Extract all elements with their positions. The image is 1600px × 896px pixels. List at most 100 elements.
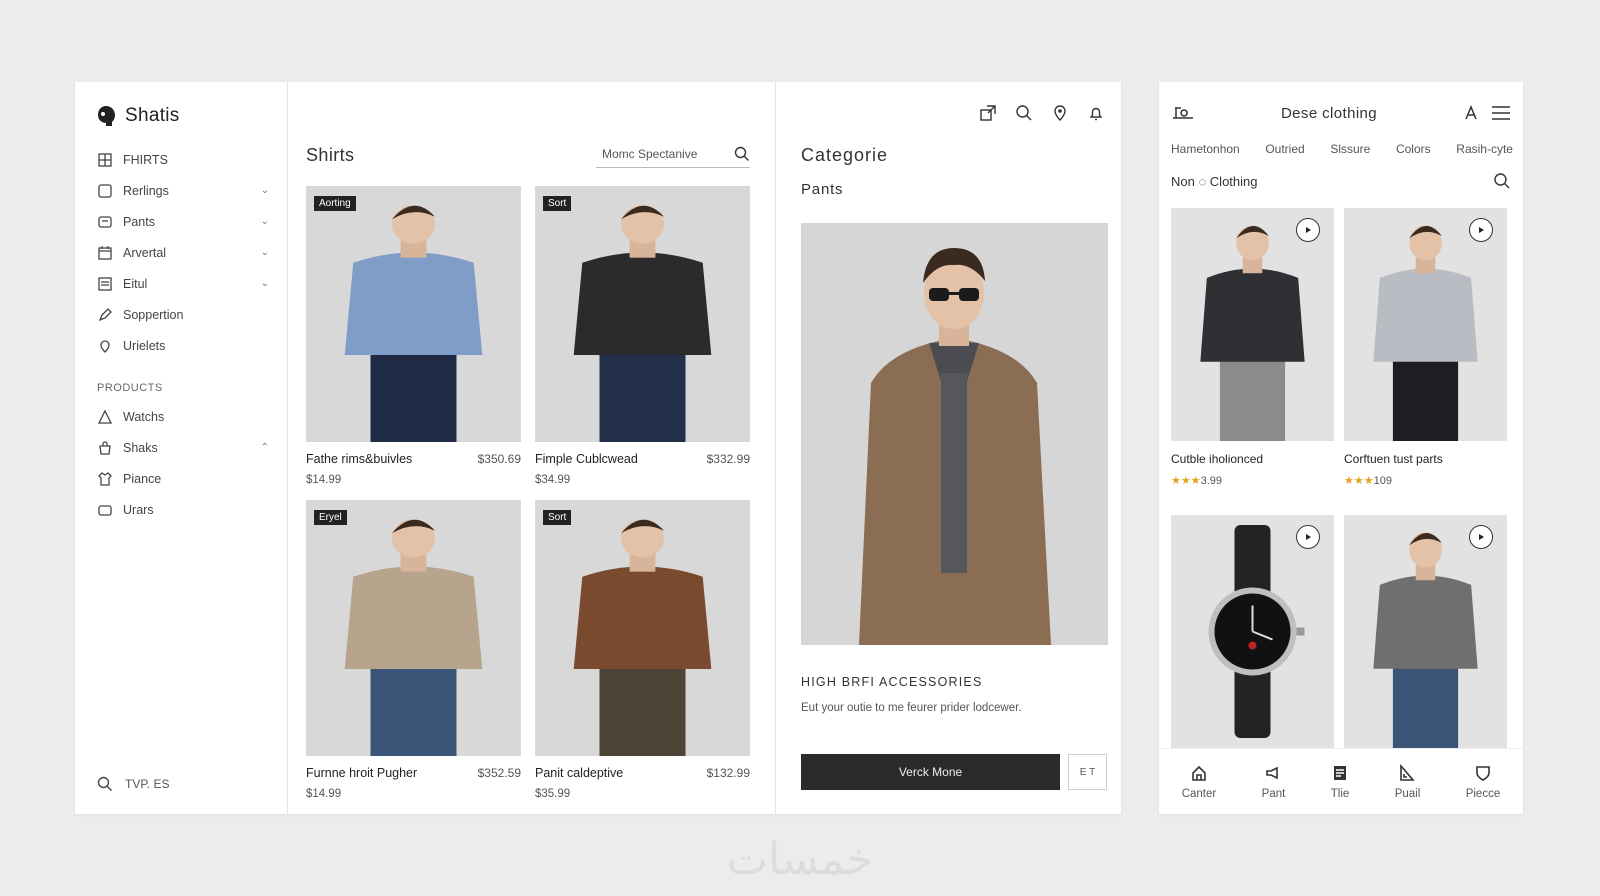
sidebar-item-urielets[interactable]: Urielets <box>97 330 269 361</box>
brand[interactable]: Shatis <box>95 104 180 128</box>
tab-outried[interactable]: Outried <box>1265 142 1304 156</box>
sidebar-item-soppertion[interactable]: Soppertion <box>97 299 269 330</box>
product-subprice: $14.99 <box>306 788 342 800</box>
watch-photo <box>1171 515 1334 748</box>
side-filter-label: Non ◌ Clothing <box>1171 173 1258 189</box>
product-subprice: $34.99 <box>535 474 571 486</box>
tab-slssure[interactable]: Slssure <box>1330 142 1370 156</box>
rating-value: 109 <box>1373 475 1392 487</box>
chevron-down-icon[interactable]: ⌄ <box>261 278 269 289</box>
chevron-down-icon[interactable]: ⌄ <box>261 216 269 227</box>
search-icon <box>97 776 113 792</box>
products-search-input[interactable]: Momc Spectanive <box>596 140 750 168</box>
sidebar-item-pants[interactable]: Pants ⌄ <box>97 206 269 237</box>
side-product-image[interactable] <box>1171 515 1334 748</box>
ruler-icon <box>1398 763 1416 782</box>
search-icon[interactable] <box>734 146 750 162</box>
list-icon <box>97 276 113 292</box>
play-icon[interactable] <box>1296 218 1320 242</box>
bottom-nav-tlie[interactable]: Tlie <box>1330 764 1350 800</box>
pen-tool-icon[interactable] <box>1463 105 1479 121</box>
product-card[interactable]: Aorting Fathe rims&buivles $350.69 $14.99 <box>306 186 521 486</box>
side-product-card[interactable]: Cutble iholionced ★★★3.99 <box>1171 208 1334 487</box>
sidebar-item-label: Eitul <box>123 276 148 291</box>
pin-icon <box>97 338 113 354</box>
sidebar-item-shaks[interactable]: Shaks ⌃ <box>97 432 269 463</box>
products-search-placeholder: Momc Spectanive <box>602 146 698 161</box>
product-image[interactable]: Sort <box>535 186 750 442</box>
triangle-icon <box>97 409 113 425</box>
search-icon[interactable] <box>1493 172 1511 190</box>
product-image[interactable]: Eryel <box>306 500 521 756</box>
side-product-image[interactable] <box>1344 208 1507 441</box>
brand-logo-icon <box>95 104 117 128</box>
rating-value: 3.99 <box>1200 475 1223 487</box>
document-icon <box>1331 764 1349 782</box>
product-badge: Sort <box>543 196 572 211</box>
model-photo <box>535 500 750 756</box>
side-product-image[interactable] <box>1344 515 1507 748</box>
sidebar-item-label: Shaks <box>123 440 158 455</box>
bottom-nav-label: Piecce <box>1465 787 1501 800</box>
menu-icon[interactable] <box>1491 105 1511 121</box>
product-image[interactable]: Aorting <box>306 186 521 442</box>
side-panel: Dese clothing Hametonhon Outried Slssure Co… <box>1159 82 1523 814</box>
model-photo <box>306 186 521 442</box>
chevron-up-icon[interactable]: ⌃ <box>261 442 269 453</box>
tab-rasih-cyte[interactable]: Rasih-cyte <box>1456 142 1513 156</box>
shield-icon <box>1474 764 1492 782</box>
play-icon[interactable] <box>1469 218 1493 242</box>
sidebar-item-urars[interactable]: Urars <box>97 494 269 525</box>
calendar-icon <box>97 245 113 261</box>
home-icon <box>1190 764 1208 782</box>
bottom-nav-label: Pant <box>1261 787 1286 800</box>
bottom-nav-puail[interactable]: Puail <box>1394 763 1421 800</box>
bag-icon <box>97 440 113 456</box>
side-product-card[interactable]: Corftuen tust parts ★★★109 <box>1344 208 1507 487</box>
category-subtitle: Pants <box>801 181 844 198</box>
bottom-nav-label: Puail <box>1394 787 1421 800</box>
sidebar-item-rerlings[interactable]: Rerlings ⌄ <box>97 175 269 206</box>
sidebar-item-fhirts[interactable]: FHIRTS <box>97 144 269 175</box>
product-image[interactable]: Sort <box>535 500 750 756</box>
side-product-image[interactable] <box>1171 208 1334 441</box>
sidebar-item-piance[interactable]: Piance <box>97 463 269 494</box>
model-photo <box>801 223 1108 645</box>
chevron-down-icon[interactable]: ⌄ <box>261 185 269 196</box>
bottom-nav-piecce[interactable]: Piecce <box>1465 764 1501 800</box>
category-hero-image[interactable] <box>801 223 1108 645</box>
product-name: Fathe rims&buivles <box>306 452 413 466</box>
play-icon[interactable] <box>1469 525 1493 549</box>
sidebar-item-eitul[interactable]: Eitul ⌄ <box>97 268 269 299</box>
side-product-card[interactable] <box>1344 515 1507 748</box>
secondary-button[interactable]: E T <box>1068 754 1107 790</box>
rating-stars: ★★★ <box>1344 475 1374 487</box>
main-panel: Shatis FHIRTS Rerlings ⌄ Pants ⌄ Arvertal ⌄ Eit… <box>75 82 1121 814</box>
product-card[interactable]: Eryel Furnne hroit Pugher $352.59 $14.99 <box>306 500 521 800</box>
play-icon[interactable] <box>1296 525 1320 549</box>
category-section: Categorie Pants HIGH BRFI ACCESSORIES Eu… <box>775 82 1121 814</box>
sidebar-item-watchs[interactable]: Watchs <box>97 401 269 432</box>
sidebar-item-label: Urars <box>123 502 154 517</box>
sidebar: Shatis FHIRTS Rerlings ⌄ Pants ⌄ Arvertal ⌄ Eit… <box>75 82 288 814</box>
side-filter[interactable]: Non ◌ Clothing <box>1171 172 1511 190</box>
model-photo <box>535 186 750 442</box>
brand-name: Shatis <box>125 105 180 126</box>
side-product-rating: ★★★3.99 <box>1171 474 1334 487</box>
product-subprice: $14.99 <box>306 474 342 486</box>
bottom-nav-canter[interactable]: Canter <box>1182 764 1216 800</box>
filter-icon[interactable] <box>1171 104 1195 122</box>
product-card[interactable]: Sort Panit caldeptive $132.99 $35.99 <box>535 500 750 800</box>
model-photo <box>306 500 521 756</box>
tab-hametonhon[interactable]: Hametonhon <box>1171 142 1240 156</box>
sidebar-search[interactable]: TVP. ES <box>97 776 169 792</box>
sidebar-section-label: PRODUCTS <box>97 382 163 394</box>
chevron-down-icon[interactable]: ⌄ <box>261 247 269 258</box>
bottom-nav-pant[interactable]: Pant <box>1261 764 1286 800</box>
product-card[interactable]: Sort Fimple Cublcwead $332.99 $34.99 <box>535 186 750 486</box>
sidebar-item-arvertal[interactable]: Arvertal ⌄ <box>97 237 269 268</box>
view-more-button[interactable]: Verck Mone <box>801 754 1060 790</box>
bottom-nav-label: Tlie <box>1330 787 1350 800</box>
tab-colors[interactable]: Colors <box>1396 142 1431 156</box>
side-product-card[interactable] <box>1171 515 1334 748</box>
